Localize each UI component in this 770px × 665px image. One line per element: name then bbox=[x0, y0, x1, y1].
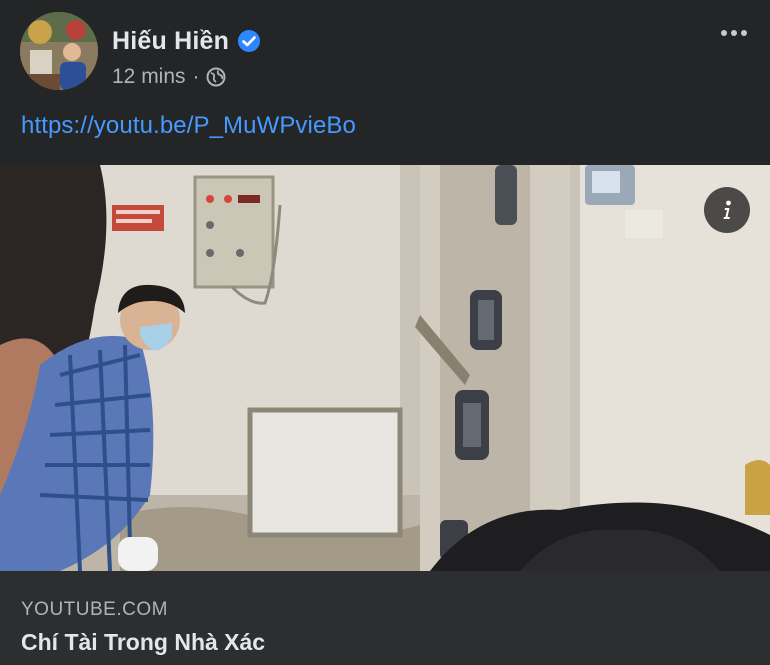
video-thumbnail[interactable] bbox=[0, 165, 770, 571]
globe-icon[interactable] bbox=[206, 67, 226, 87]
more-dot bbox=[721, 30, 727, 36]
author-avatar[interactable] bbox=[20, 12, 98, 90]
verified-badge-icon bbox=[237, 29, 261, 53]
avatar-image bbox=[20, 12, 98, 90]
meta-separator: · bbox=[192, 65, 200, 88]
thumbnail-image bbox=[0, 165, 770, 571]
info-icon[interactable] bbox=[704, 187, 750, 233]
post-link[interactable]: https://youtu.be/P_MuWPvieBo bbox=[21, 112, 356, 140]
more-dot bbox=[741, 30, 747, 36]
link-domain: YOUTUBE.COM bbox=[21, 599, 168, 620]
post-timestamp[interactable]: 12 mins bbox=[112, 65, 186, 89]
facebook-post: Hiếu Hiền 12 mins · https://youtu.be/P_M… bbox=[0, 0, 770, 665]
link-preview-card[interactable]: YOUTUBE.COM Chí Tài Trong Nhà Xác bbox=[0, 571, 770, 665]
author-name[interactable]: Hiếu Hiền bbox=[112, 27, 229, 56]
post-header: Hiếu Hiền 12 mins · bbox=[0, 0, 770, 110]
more-options-icon[interactable] bbox=[714, 20, 754, 46]
more-dot bbox=[731, 30, 737, 36]
author-row: Hiếu Hiền bbox=[112, 26, 261, 56]
link-title[interactable]: Chí Tài Trong Nhà Xác bbox=[21, 629, 265, 656]
post-meta: 12 mins · bbox=[112, 64, 226, 90]
